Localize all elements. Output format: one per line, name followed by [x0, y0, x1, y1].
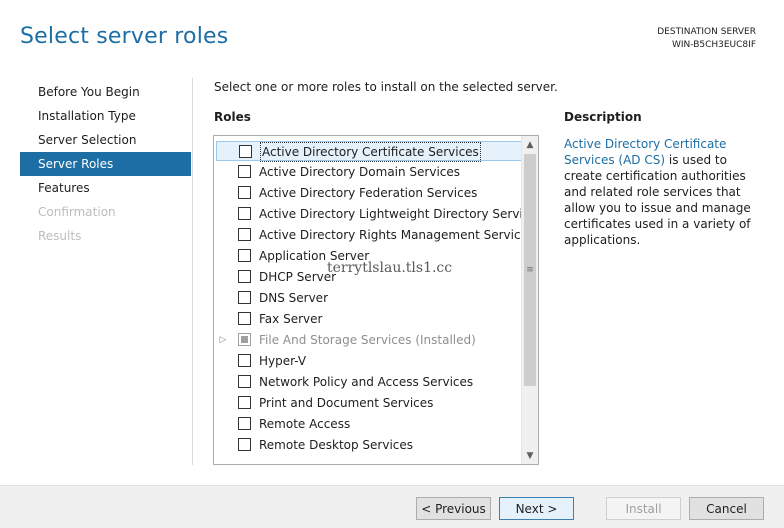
- role-label: Hyper-V: [259, 354, 307, 368]
- role-checkbox[interactable]: [238, 249, 251, 262]
- role-checkbox[interactable]: [238, 396, 251, 409]
- role-label: Remote Desktop Services: [259, 438, 414, 452]
- next-button[interactable]: Next >: [499, 497, 574, 520]
- role-row-ad-rights-management-services[interactable]: Active Directory Rights Management Servi…: [216, 225, 534, 245]
- role-label: Active Directory Domain Services: [259, 165, 461, 179]
- role-row-ad-lightweight-directory-services[interactable]: Active Directory Lightweight Directory S…: [216, 204, 538, 224]
- destination-server-info: DESTINATION SERVER WIN-B5CH3EUC8IF: [657, 26, 756, 52]
- nav-item-server-selection[interactable]: Server Selection: [20, 128, 191, 152]
- role-row-file-and-storage-services[interactable]: ▷ File And Storage Services (Installed): [216, 330, 522, 350]
- role-row-ad-federation-services[interactable]: Active Directory Federation Services: [216, 183, 522, 203]
- role-row-network-policy-access-services[interactable]: Network Policy and Access Services: [216, 372, 522, 392]
- nav-item-installation-type[interactable]: Installation Type: [20, 104, 191, 128]
- role-row-dns-server[interactable]: DNS Server: [216, 288, 522, 308]
- roles-heading: Roles: [214, 110, 251, 124]
- role-row-hyper-v[interactable]: Hyper-V: [216, 351, 522, 371]
- role-checkbox[interactable]: [238, 417, 251, 430]
- install-button: Install: [606, 497, 681, 520]
- instructions-text: Select one or more roles to install on t…: [214, 80, 558, 94]
- scroll-grip-icon: ≡: [526, 264, 534, 275]
- role-label: Active Directory Lightweight Directory S…: [259, 207, 539, 221]
- role-row-fax-server[interactable]: Fax Server: [216, 309, 522, 329]
- scroll-up-arrow-icon[interactable]: ▲: [522, 136, 538, 153]
- watermark-text: terrytlslau.tls1.cc: [327, 260, 453, 276]
- nav-item-confirmation: Confirmation: [38, 205, 116, 219]
- nav-item-results: Results: [38, 229, 82, 243]
- cancel-button[interactable]: Cancel: [689, 497, 764, 520]
- description-text: Active Directory Certificate Services (A…: [564, 136, 764, 248]
- role-label: Active Directory Certificate Services: [260, 142, 481, 162]
- role-checkbox[interactable]: [238, 312, 251, 325]
- nav-item-features[interactable]: Features: [20, 176, 191, 200]
- role-row-remote-desktop-services[interactable]: Remote Desktop Services: [216, 435, 522, 455]
- role-checkbox[interactable]: [238, 165, 251, 178]
- role-row-ad-domain-services[interactable]: Active Directory Domain Services: [216, 162, 522, 182]
- role-label: Print and Document Services: [259, 396, 434, 410]
- role-row-print-document-services[interactable]: Print and Document Services: [216, 393, 522, 413]
- page-title: Select server roles: [20, 24, 229, 49]
- role-label: DHCP Server: [259, 270, 337, 284]
- roles-scrollbar[interactable]: ▲ ≡ ▼: [521, 136, 538, 464]
- scrollbar-thumb[interactable]: ≡: [524, 154, 536, 386]
- destination-server-name: WIN-B5CH3EUC8IF: [671, 40, 756, 50]
- nav-item-before-you-begin[interactable]: Before You Begin: [20, 80, 191, 104]
- role-checkbox-partial: [238, 333, 251, 346]
- role-checkbox[interactable]: [238, 228, 251, 241]
- role-checkbox[interactable]: [238, 291, 251, 304]
- destination-label: DESTINATION SERVER: [657, 27, 756, 37]
- nav-item-server-roles[interactable]: Server Roles: [20, 152, 191, 176]
- role-row-remote-access[interactable]: Remote Access: [216, 414, 522, 434]
- role-checkbox[interactable]: [238, 186, 251, 199]
- description-heading: Description: [564, 110, 642, 124]
- description-body: is used to create certification authorit…: [564, 153, 751, 247]
- previous-button[interactable]: < Previous: [416, 497, 491, 520]
- role-checkbox[interactable]: [238, 354, 251, 367]
- role-label: Network Policy and Access Services: [259, 375, 474, 389]
- role-checkbox[interactable]: [238, 270, 251, 283]
- role-label: File And Storage Services (Installed): [259, 333, 476, 347]
- role-label: Remote Access: [259, 417, 351, 431]
- role-label: Active Directory Federation Services: [259, 186, 478, 200]
- role-label: Active Directory Rights Management Servi…: [259, 228, 535, 242]
- role-label: Fax Server: [259, 312, 323, 326]
- expand-arrow-icon[interactable]: ▷: [218, 330, 228, 350]
- role-checkbox[interactable]: [238, 207, 251, 220]
- role-checkbox[interactable]: [238, 438, 251, 451]
- role-checkbox[interactable]: [238, 375, 251, 388]
- role-label: DNS Server: [259, 291, 328, 305]
- sidebar-divider: [192, 78, 193, 465]
- wizard-navigation: Before You Begin Installation Type Serve…: [20, 80, 191, 248]
- wizard-footer: < Previous Next > Install Cancel: [0, 485, 784, 528]
- roles-list[interactable]: Active Directory Certificate Services Ac…: [213, 135, 539, 465]
- scroll-down-arrow-icon[interactable]: ▼: [522, 447, 538, 464]
- role-row-ad-certificate-services[interactable]: Active Directory Certificate Services: [216, 141, 522, 162]
- role-checkbox[interactable]: [239, 145, 252, 158]
